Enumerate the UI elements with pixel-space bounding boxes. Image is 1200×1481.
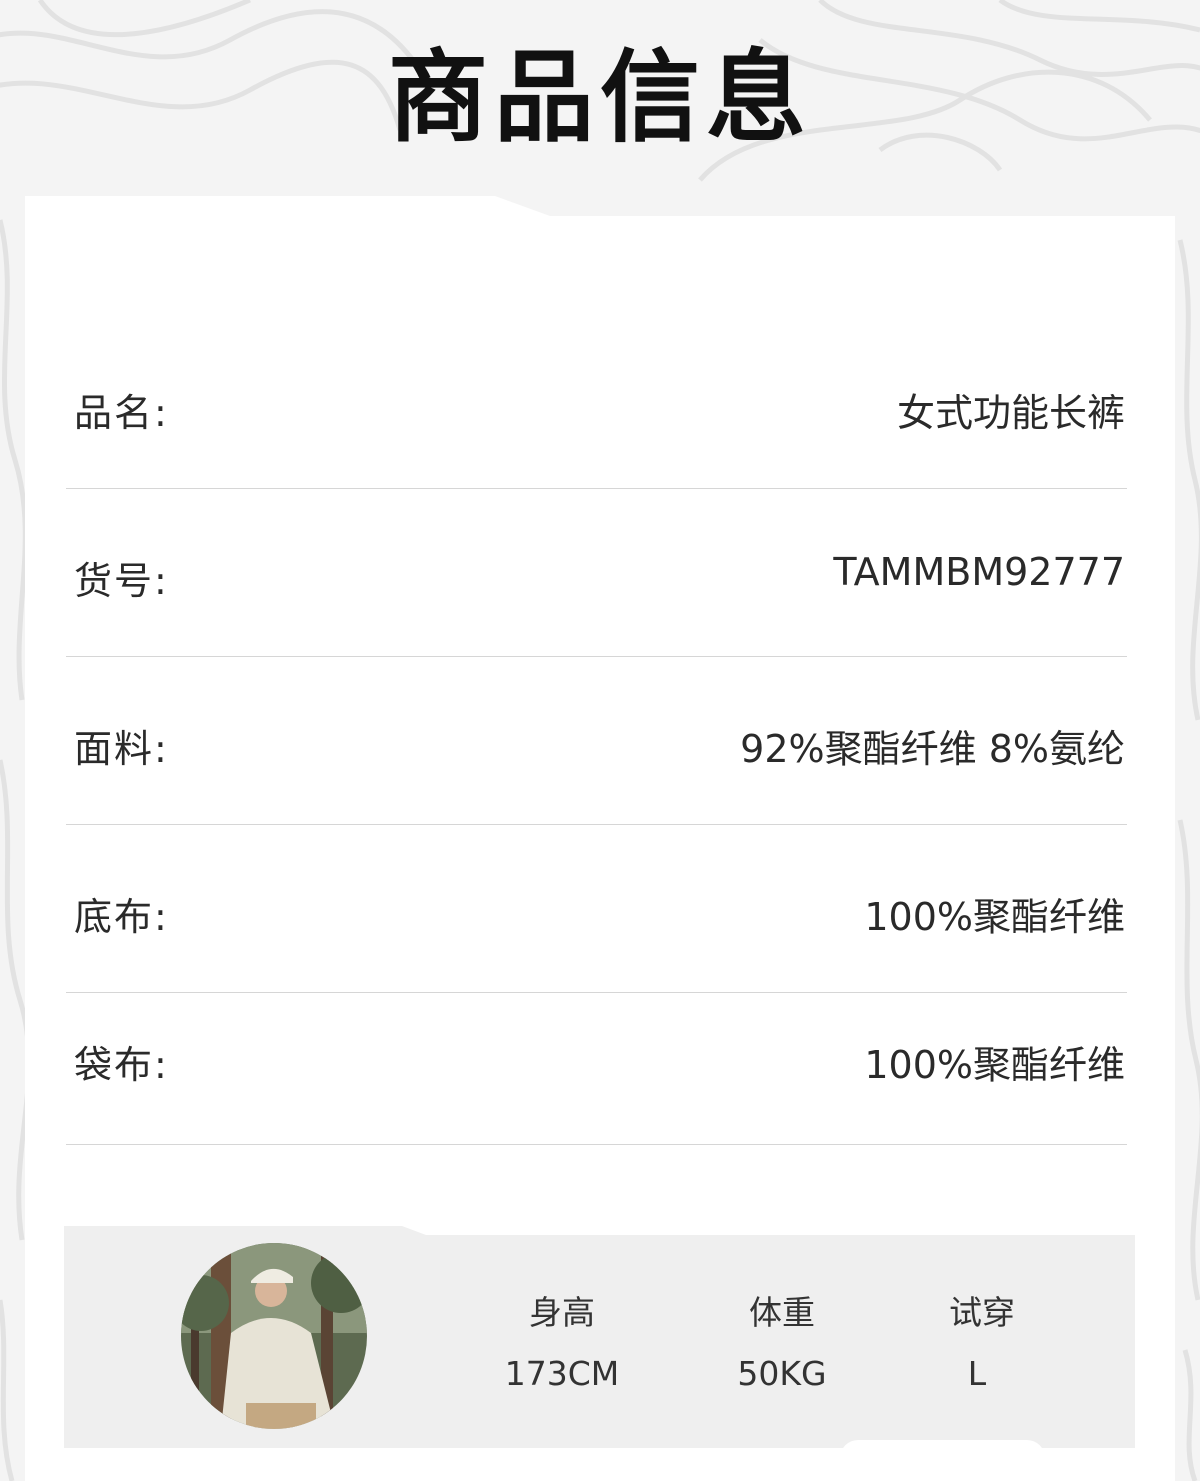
spec-label-name: 品名: [74, 391, 169, 435]
model-info-panel: 身高 173CM 体重 50KG 试穿 L [64, 1226, 1135, 1448]
spec-label-sku: 货号: [74, 559, 169, 603]
fit-size-value: L [967, 1354, 987, 1393]
spec-value-lining: 100%聚酯纤维 [864, 895, 1125, 939]
height-value: 173CM [504, 1354, 620, 1393]
model-photo [181, 1243, 367, 1429]
fit-size-label: 试穿 [949, 1293, 1015, 1332]
product-info-card: 品名: 女式功能长裤 货号: TAMMBM92777 面料: 92%聚酯纤维 8… [25, 196, 1175, 1481]
spec-value-sku: TAMMBM92777 [833, 550, 1125, 594]
page-title: 商品信息 [388, 39, 812, 156]
spec-row-pocket: 袋布: 100%聚酯纤维 [66, 992, 1127, 1145]
spec-label-fabric: 面料: [74, 727, 169, 771]
weight-value: 50KG [737, 1354, 827, 1393]
spec-row-name: 品名: 女式功能长裤 [66, 320, 1127, 489]
spec-row-fabric: 面料: 92%聚酯纤维 8%氨纶 [66, 656, 1127, 825]
spec-row-lining: 底布: 100%聚酯纤维 [66, 824, 1127, 993]
spec-value-name: 女式功能长裤 [896, 391, 1125, 435]
spec-value-fabric: 92%聚酯纤维 8%氨纶 [740, 727, 1125, 771]
spec-value-pocket: 100%聚酯纤维 [864, 1043, 1125, 1087]
spec-label-lining: 底布: [74, 895, 169, 939]
spec-label-pocket: 袋布: [74, 1043, 169, 1087]
weight-label: 体重 [749, 1293, 815, 1332]
height-label: 身高 [529, 1293, 595, 1332]
spec-row-sku: 货号: TAMMBM92777 [66, 488, 1127, 657]
panel-bottom-tab [840, 1440, 1045, 1481]
